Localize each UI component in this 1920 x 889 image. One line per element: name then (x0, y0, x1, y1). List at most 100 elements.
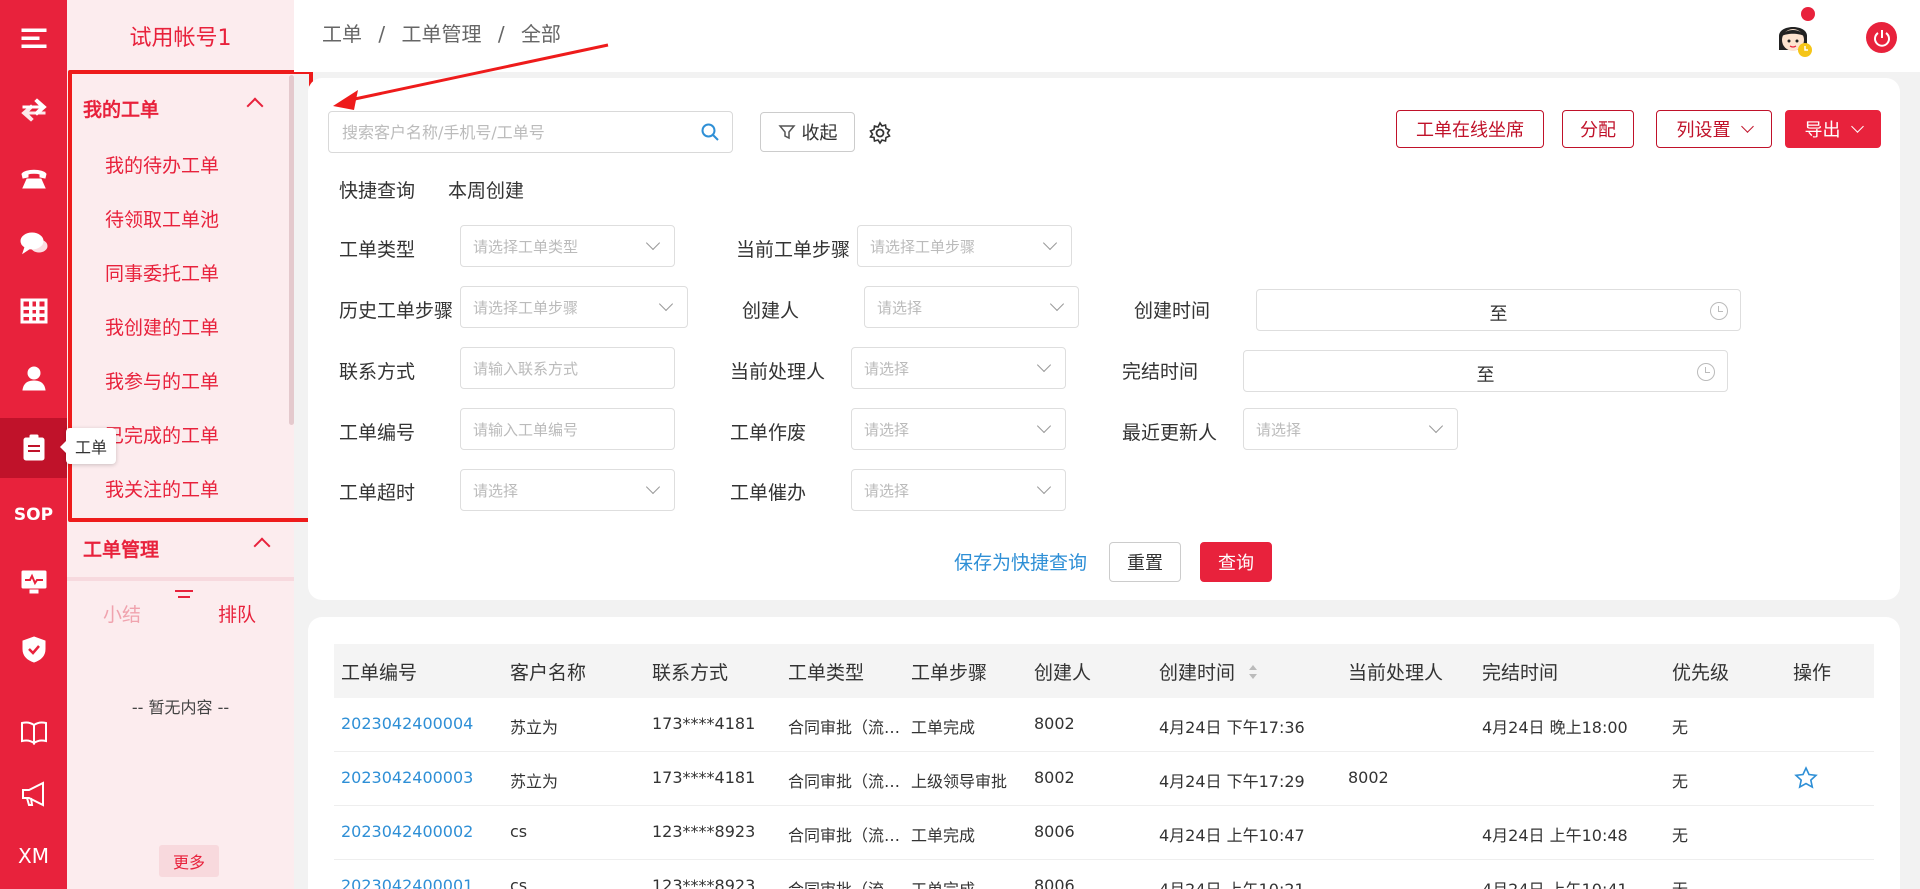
void-select[interactable]: 请选择 (851, 408, 1066, 450)
sidebar-item-participated[interactable]: 我参与的工单 (105, 368, 219, 396)
placeholder: 请选择 (864, 482, 910, 500)
search-input[interactable] (342, 112, 682, 152)
sidebar-scrollbar[interactable] (289, 75, 294, 425)
cell-ticket-id[interactable]: 2023042400004 (341, 714, 473, 733)
assign-button[interactable]: 分配 (1562, 110, 1634, 148)
chevron-up-icon (253, 537, 271, 555)
col-done-time: 完结时间 (1482, 662, 1559, 684)
range-separator: 至 (1489, 304, 1508, 325)
person-icon[interactable] (0, 348, 67, 408)
column-settings-button[interactable]: 列设置 (1656, 110, 1772, 148)
sop-icon[interactable]: SOP (0, 485, 67, 545)
sidebar-item-delegated[interactable]: 同事委托工单 (105, 260, 219, 288)
ticket-type-select[interactable]: 请选择工单类型 (460, 225, 675, 267)
updater-select[interactable]: 请选择 (1243, 408, 1458, 450)
timeout-select[interactable]: 请选择 (460, 469, 675, 511)
collapse-button[interactable]: 收起 (760, 112, 855, 152)
urge-select[interactable]: 请选择 (851, 469, 1066, 511)
monitor-icon[interactable] (0, 552, 67, 612)
chevron-down-icon (658, 296, 674, 312)
more-button[interactable]: 更多 (159, 845, 219, 877)
tab-summary[interactable]: 小结 (103, 600, 141, 627)
tab-queue[interactable]: 排队 (218, 600, 256, 627)
table-row[interactable]: 2023042400004 苏立为 173****4181 合同审批（流… 工单完成 80… (334, 698, 1874, 752)
current-step-select[interactable]: 请选择工单步骤 (857, 225, 1072, 267)
cell-priority: 无 (1672, 876, 1688, 889)
chat-icon[interactable] (0, 214, 67, 274)
creator-select[interactable]: 请选择 (864, 286, 1079, 328)
book-icon[interactable] (0, 702, 67, 762)
export-label: 导出 (1804, 120, 1841, 141)
table-row[interactable]: 2023042400001 cs 123****8923 合同审批（流… 工单完成 800… (334, 860, 1874, 889)
megaphone-icon[interactable] (0, 764, 67, 824)
gear-icon[interactable] (868, 121, 892, 145)
avatar[interactable] (1769, 7, 1817, 60)
ticket-id-input[interactable]: 请输入工单编号 (460, 408, 675, 450)
ticket-icon[interactable] (0, 415, 70, 481)
search-icon[interactable] (700, 122, 720, 142)
sidebar-item-followed[interactable]: 我关注的工单 (105, 476, 219, 504)
query-button[interactable]: 查询 (1200, 542, 1272, 582)
breadcrumb-current: 全部 (520, 22, 561, 46)
cell-type: 合同审批（流… (788, 718, 901, 737)
sidebar-item-created[interactable]: 我创建的工单 (105, 314, 219, 342)
placeholder: 请选择 (864, 421, 910, 439)
chevron-down-icon (1036, 479, 1052, 495)
online-agent-button[interactable]: 工单在线坐席 (1396, 110, 1544, 148)
col-actions: 操作 (1793, 662, 1832, 684)
page-scrollbar[interactable] (1906, 72, 1920, 889)
cell-created-time: 4月24日 上午10:47 (1159, 826, 1305, 845)
breadcrumb: 工单 / 工单管理 / 全部 (322, 18, 571, 47)
clock-icon (1697, 363, 1715, 381)
cell-step: 工单完成 (911, 718, 976, 737)
rail-tooltip: 工单 (60, 428, 116, 464)
sidebar-item-todo[interactable]: 我的待办工单 (105, 152, 219, 180)
group-ticket-management[interactable]: 工单管理 (67, 523, 294, 573)
power-icon[interactable] (1866, 22, 1897, 53)
sidebar-item-pool[interactable]: 待领取工单池 (105, 206, 219, 234)
shield-icon[interactable] (0, 619, 67, 679)
created-time-range[interactable]: 至 (1256, 289, 1741, 331)
phone-icon[interactable] (0, 147, 67, 207)
cell-ticket-id[interactable]: 2023042400003 (341, 768, 473, 787)
breadcrumb-item[interactable]: 工单管理 (401, 22, 481, 46)
group-my-tickets[interactable]: 我的工单 (67, 83, 287, 133)
cell-ticket-id[interactable]: 2023042400002 (341, 822, 473, 841)
cell-contact: 123****8923 (652, 876, 756, 889)
star-icon[interactable] (1794, 766, 1818, 790)
save-quick-query-link[interactable]: 保存为快捷查询 (954, 548, 1087, 575)
handler-select[interactable]: 请选择 (851, 347, 1066, 389)
contact-input[interactable]: 请输入联系方式 (460, 347, 675, 389)
xm-icon[interactable]: XM (0, 826, 67, 886)
sidebar-item-completed[interactable]: 已完成的工单 (105, 422, 219, 450)
done-time-range[interactable]: 至 (1243, 350, 1728, 392)
cell-creator: 8006 (1034, 876, 1075, 889)
grid-icon[interactable] (0, 281, 67, 341)
placeholder: 请选择 (473, 482, 519, 500)
quick-query-this-week[interactable]: 本周创建 (448, 176, 524, 203)
placeholder: 请输入联系方式 (473, 360, 579, 378)
transfer-icon[interactable] (0, 80, 67, 140)
cell-ticket-id[interactable]: 2023042400001 (341, 876, 473, 889)
menu-icon[interactable] (0, 8, 67, 68)
col-type: 工单类型 (788, 662, 865, 684)
cell-customer: cs (510, 876, 528, 889)
cell-step: 上级领导审批 (911, 772, 1008, 791)
clock-icon (1710, 302, 1728, 320)
col-creator: 创建人 (1034, 662, 1092, 684)
sort-icon[interactable] (1247, 663, 1259, 681)
col-created-time[interactable]: 创建时间 (1159, 658, 1259, 685)
export-button[interactable]: 导出 (1785, 110, 1881, 148)
group-title: 我的工单 (83, 98, 160, 121)
reset-button[interactable]: 重置 (1109, 542, 1181, 582)
cell-step: 工单完成 (911, 826, 976, 845)
placeholder: 请选择工单类型 (473, 238, 579, 256)
table-row[interactable]: 2023042400003 苏立为 173****4181 合同审批（流… 上级领导审批… (334, 752, 1874, 806)
history-step-select[interactable]: 请选择工单步骤 (460, 286, 688, 328)
breadcrumb-item[interactable]: 工单 (322, 22, 362, 46)
mini-tabs: 小结 排队 (67, 590, 294, 630)
done-time-label: 完结时间 (1122, 361, 1199, 383)
cell-contact: 173****4181 (652, 768, 756, 787)
table-row[interactable]: 2023042400002 cs 123****8923 合同审批（流… 工单完成 800… (334, 806, 1874, 860)
cell-contact: 173****4181 (652, 714, 756, 733)
